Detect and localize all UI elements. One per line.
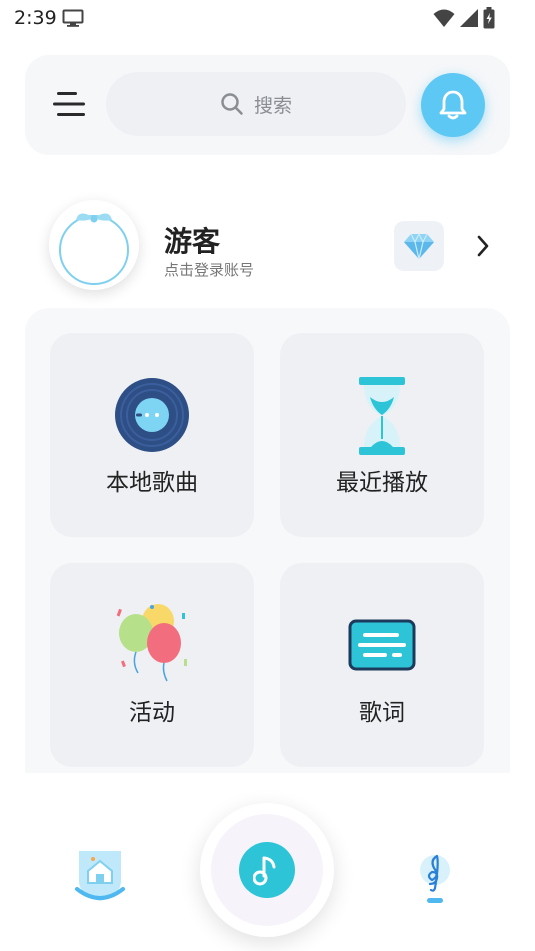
menu-button[interactable] (53, 89, 87, 119)
header-card: 搜索 (25, 55, 510, 155)
wifi-icon (433, 8, 455, 32)
tile-recent-play[interactable]: 最近播放 (280, 333, 484, 537)
tile-label: 歌词 (359, 700, 405, 726)
tile-label: 最近播放 (336, 470, 428, 496)
tile-local-songs[interactable]: 本地歌曲 (50, 333, 254, 537)
login-prompt[interactable]: 点击登录账号 (164, 259, 254, 280)
nav-music[interactable] (418, 850, 452, 910)
balloons-icon (50, 603, 254, 683)
tile-activities[interactable]: 活动 (50, 563, 254, 767)
bell-icon (439, 90, 467, 120)
tile-label: 本地歌曲 (106, 470, 198, 496)
vip-button[interactable] (394, 221, 444, 271)
user-name[interactable]: 游客 (164, 220, 220, 260)
monitor-icon (62, 9, 84, 31)
player-button-core (239, 842, 295, 898)
nav-home[interactable] (73, 845, 127, 909)
tile-lyrics[interactable]: 歌词 (280, 563, 484, 767)
status-icons (433, 7, 495, 33)
lyrics-card-icon (280, 619, 484, 671)
tile-label: 活动 (129, 700, 175, 726)
diamond-icon (404, 232, 434, 260)
hourglass-icon (280, 377, 484, 455)
status-bar: 2:39 (0, 0, 535, 36)
avatar-illustration (59, 213, 129, 285)
feature-grid: 本地歌曲 最近播放 活动 歌词 (25, 308, 510, 773)
search-placeholder: 搜索 (253, 94, 292, 117)
nav-player-button[interactable] (200, 803, 334, 937)
avatar[interactable] (49, 200, 139, 290)
vinyl-icon (50, 377, 254, 453)
battery-icon (483, 7, 495, 33)
menu-icon (53, 92, 85, 116)
status-time: 2:39 (14, 7, 57, 29)
search-input[interactable]: 搜索 (106, 72, 406, 136)
notification-button[interactable] (421, 73, 485, 137)
search-icon (221, 93, 243, 115)
treble-clef-icon (420, 854, 450, 903)
home-icon (75, 851, 125, 901)
signal-icon (459, 8, 479, 32)
profile-chevron[interactable] (476, 234, 490, 262)
chevron-right-icon (477, 235, 489, 257)
music-note-icon (253, 856, 276, 886)
